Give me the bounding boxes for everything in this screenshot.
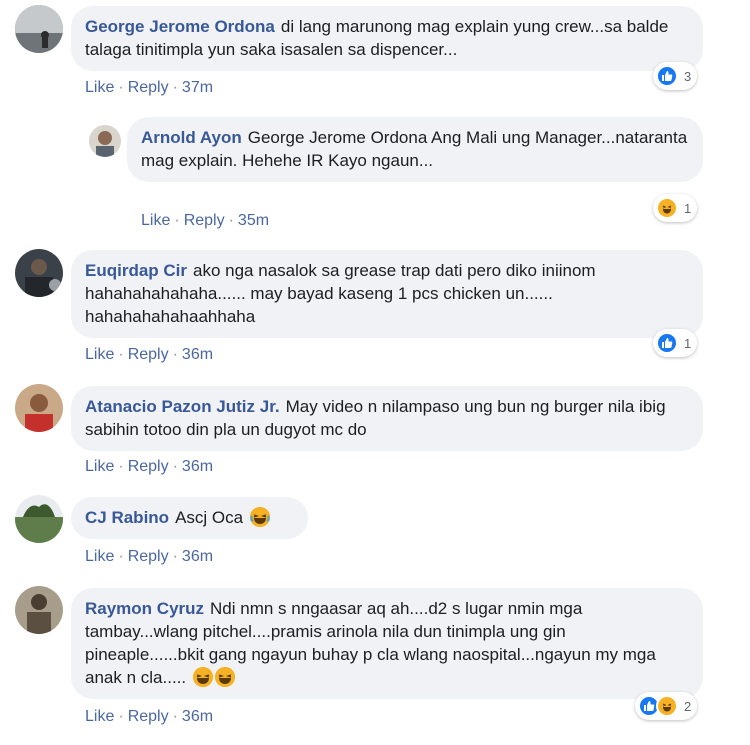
reply-link[interactable]: Reply — [128, 708, 169, 725]
separator: · — [228, 212, 234, 229]
like-link[interactable]: Like — [85, 79, 114, 96]
avatar[interactable] — [15, 384, 63, 432]
like-icon — [656, 332, 678, 354]
comment-text: Ascj Oca — [175, 508, 244, 527]
comment-bubble: CJ Rabino Ascj Oca — [71, 497, 308, 539]
like-link[interactable]: Like — [85, 346, 114, 363]
like-link[interactable]: Like — [85, 458, 114, 475]
separator: · — [172, 548, 178, 565]
like-link[interactable]: Like — [141, 212, 170, 229]
avatar[interactable] — [15, 495, 63, 543]
reaction-count: 2 — [684, 698, 692, 714]
haha-icon — [656, 695, 678, 717]
avatar[interactable] — [89, 125, 121, 157]
comment-bubble: Euqirdap Cir ako nga nasalok sa grease tr… — [71, 250, 703, 338]
comment-actions: Like · Reply · 35m — [141, 212, 269, 230]
comment-actions: Like · Reply · 36m — [85, 458, 213, 476]
comment-bubble: Arnold Ayon George Jerome Ordona Ang Mali… — [127, 117, 703, 182]
separator: · — [118, 346, 124, 363]
reaction-summary[interactable]: 1 — [653, 194, 698, 222]
avatar[interactable] — [15, 5, 63, 53]
separator: · — [172, 708, 178, 725]
like-link[interactable]: Like — [85, 708, 114, 725]
comment-bubble: Atanacio Pazon Jutiz Jr. May video n nila… — [71, 386, 703, 451]
reply-link[interactable]: Reply — [128, 79, 169, 96]
separator: · — [172, 346, 178, 363]
comment-author-link[interactable]: Euqirdap Cir — [85, 261, 187, 280]
haha-icon — [656, 197, 678, 219]
comment-author-link[interactable]: Raymon Cyruz — [85, 599, 204, 618]
avatar[interactable] — [15, 586, 63, 634]
like-link[interactable]: Like — [85, 548, 114, 565]
laughing-emoji-icon — [192, 667, 213, 687]
reaction-count: 1 — [684, 200, 692, 216]
laughing-emoji-icon — [249, 507, 270, 527]
reply-link[interactable]: Reply — [128, 346, 169, 363]
timestamp[interactable]: 35m — [238, 212, 269, 229]
separator: · — [118, 708, 124, 725]
comment-author-link[interactable]: George Jerome Ordona — [85, 17, 275, 36]
reply-link[interactable]: Reply — [128, 548, 169, 565]
separator: · — [118, 458, 124, 475]
reaction-summary[interactable]: 3 — [653, 62, 698, 90]
timestamp[interactable]: 37m — [182, 79, 213, 96]
timestamp[interactable]: 36m — [182, 346, 213, 363]
separator: · — [118, 548, 124, 565]
comment-actions: Like · Reply · 36m — [85, 346, 213, 364]
separator: · — [174, 212, 180, 229]
comment-actions: Like · Reply · 36m — [85, 708, 213, 726]
comment-bubble: Raymon Cyruz Ndi nmn s nngaasar aq ah....… — [71, 588, 703, 699]
comment-author-link[interactable]: Arnold Ayon — [141, 128, 242, 147]
comment-actions: Like · Reply · 36m — [85, 548, 213, 566]
timestamp[interactable]: 36m — [182, 548, 213, 565]
reaction-summary[interactable]: 1 — [653, 329, 698, 357]
separator: · — [172, 458, 178, 475]
avatar[interactable] — [15, 249, 63, 297]
reply-link[interactable]: Reply — [184, 212, 225, 229]
like-icon — [656, 65, 678, 87]
reaction-count: 3 — [684, 68, 692, 84]
reply-link[interactable]: Reply — [128, 458, 169, 475]
comment-actions: Like · Reply · 37m — [85, 79, 213, 97]
separator: · — [172, 79, 178, 96]
separator: · — [118, 79, 124, 96]
laughing-emoji-icon — [214, 667, 235, 687]
comment-bubble: George Jerome Ordona di lang marunong mag… — [71, 6, 703, 71]
comment-author-link[interactable]: CJ Rabino — [85, 508, 169, 527]
timestamp[interactable]: 36m — [182, 708, 213, 725]
reaction-summary[interactable]: 2 — [635, 692, 698, 720]
reaction-count: 1 — [684, 335, 692, 351]
timestamp[interactable]: 36m — [182, 458, 213, 475]
comment-author-link[interactable]: Atanacio Pazon Jutiz Jr. — [85, 397, 280, 416]
